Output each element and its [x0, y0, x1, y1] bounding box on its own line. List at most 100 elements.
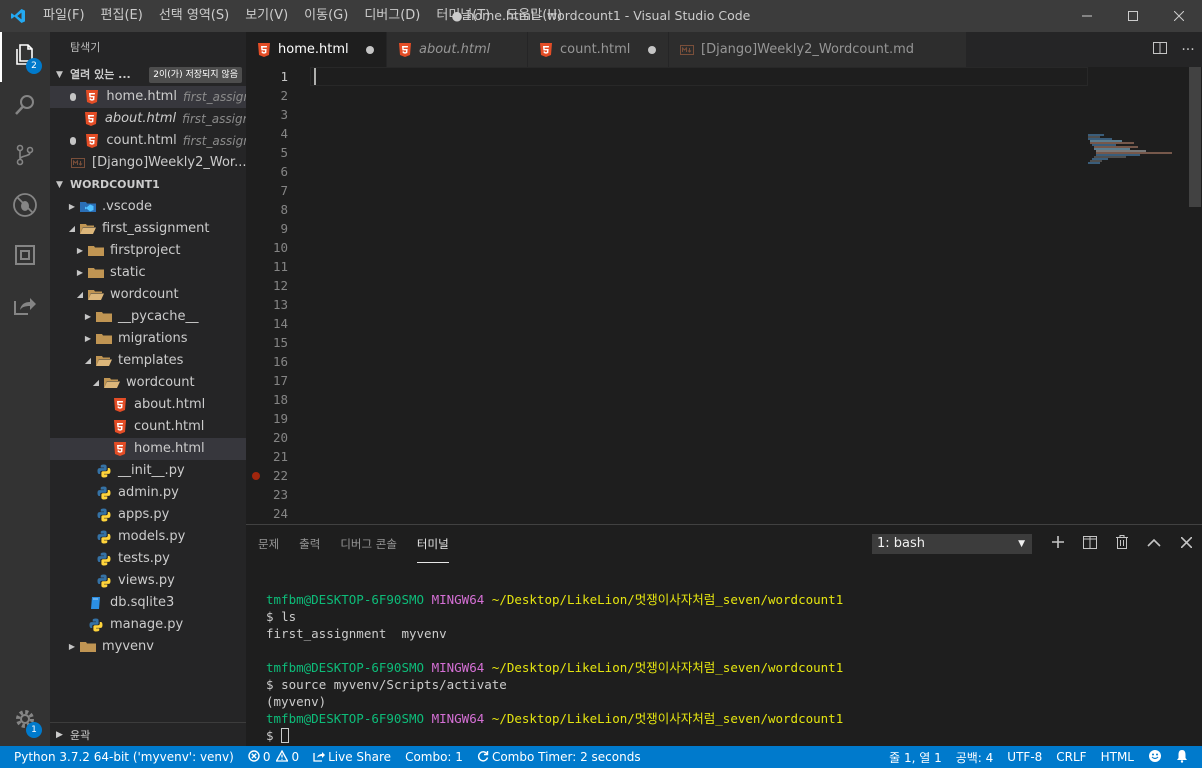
live-share-label: Live Share	[328, 750, 392, 764]
terminal-output[interactable]: tmfbm@DESKTOP-6F90SMO MINGW64 ~/Desktop/…	[266, 591, 843, 744]
cursor-position[interactable]: 줄 1, 열 1	[882, 746, 949, 768]
menu-view[interactable]: 보기(V)	[237, 0, 296, 32]
term-user: tmfbm@DESKTOP-6F90SMO	[266, 660, 425, 675]
terminal-select[interactable]: 1: bash ▼	[872, 534, 1032, 554]
editor-tab[interactable]: count.html	[528, 32, 669, 67]
tree-item[interactable]: ◢ wordcount	[50, 284, 246, 306]
feedback-button[interactable]	[1141, 746, 1169, 768]
open-editor-item[interactable]: home.html first_assign...	[50, 86, 246, 108]
tree-item[interactable]: db.sqlite3	[50, 592, 246, 614]
tree-item[interactable]: ◢ first_assignment	[50, 218, 246, 240]
close-window-button[interactable]	[1156, 0, 1202, 32]
tab-output[interactable]: 출력	[299, 525, 320, 563]
tree-item[interactable]: views.py	[50, 570, 246, 592]
open-editor-item[interactable]: [Django]Weekly2_Wor...	[50, 152, 246, 174]
workspace-header[interactable]: ▼ WORDCOUNT1	[50, 174, 246, 196]
tree-item[interactable]: home.html	[50, 438, 246, 460]
tree-item[interactable]: ◢ wordcount	[50, 372, 246, 394]
tree-item[interactable]: ▶ static	[50, 262, 246, 284]
tree-item-label: myvenv	[102, 639, 154, 654]
term-user: tmfbm@DESKTOP-6F90SMO	[266, 711, 425, 726]
split-editor-button[interactable]	[1146, 32, 1174, 67]
tree-item[interactable]: ▶ .vscode	[50, 196, 246, 218]
tab-terminal[interactable]: 터미널	[416, 525, 449, 563]
extensions-activity[interactable]	[0, 232, 50, 282]
end-of-line[interactable]: CRLF	[1049, 746, 1093, 768]
tree-item[interactable]: ▶ myvenv	[50, 636, 246, 658]
indentation[interactable]: 공백: 4	[949, 746, 1001, 768]
title-bar: 파일(F) 편집(E) 선택 영역(S) 보기(V) 이동(G) 디버그(D) …	[0, 0, 1202, 32]
tab-debug-console[interactable]: 디버그 콘솔	[340, 525, 397, 563]
tree-item[interactable]: apps.py	[50, 504, 246, 526]
notifications-button[interactable]	[1169, 746, 1202, 768]
line-number: 24	[272, 506, 288, 521]
split-terminal-button[interactable]	[1074, 525, 1106, 563]
tree-item[interactable]: manage.py	[50, 614, 246, 636]
new-terminal-button[interactable]	[1042, 525, 1074, 563]
tree-item[interactable]: ◢ templates	[50, 350, 246, 372]
menu-help[interactable]: 도움말(H)	[498, 0, 570, 32]
search-activity[interactable]	[0, 82, 50, 132]
minimize-button[interactable]	[1064, 0, 1110, 32]
scrollbar-thumb[interactable]	[1189, 67, 1201, 207]
tree-item[interactable]: models.py	[50, 526, 246, 548]
line-number: 21	[272, 449, 288, 464]
menu-terminal[interactable]: 터미널(T)	[428, 0, 498, 32]
outline-header[interactable]: ▶ 윤곽	[50, 722, 246, 746]
open-editors-header[interactable]: ▼ 열려 있는 ... 2이(가) 저장되지 않음	[50, 64, 246, 86]
tree-item[interactable]: about.html	[50, 394, 246, 416]
combo-status[interactable]: Combo: 1	[398, 746, 470, 768]
explorer-sidebar: 탐색기 ▼ 열려 있는 ... 2이(가) 저장되지 않음 home.html f…	[50, 32, 246, 746]
menu-file[interactable]: 파일(F)	[35, 0, 93, 32]
tree-item-label: first_assignment	[102, 221, 210, 236]
unsaved-dot-icon[interactable]	[648, 45, 656, 54]
unsaved-dot-icon[interactable]	[366, 45, 374, 54]
tree-item[interactable]: count.html	[50, 416, 246, 438]
combo-timer-status[interactable]: Combo Timer: 2 seconds	[470, 746, 648, 768]
more-actions-button[interactable]: ···	[1174, 32, 1202, 67]
close-panel-button[interactable]	[1170, 525, 1202, 563]
warning-icon	[275, 749, 290, 765]
tree-item[interactable]: ▶ firstproject	[50, 240, 246, 262]
source-control-activity[interactable]	[0, 132, 50, 182]
minimap[interactable]	[1086, 67, 1188, 524]
term-cmd-activate: source myvenv/Scripts/activate	[281, 677, 507, 692]
folder-icon	[96, 309, 112, 325]
manage-activity[interactable]: 1	[0, 696, 50, 746]
tree-item-label: home.html	[134, 441, 205, 456]
menu-selection[interactable]: 선택 영역(S)	[151, 0, 237, 32]
tree-item[interactable]: admin.py	[50, 482, 246, 504]
menu-edit[interactable]: 편집(E)	[93, 0, 151, 32]
editor-tab[interactable]: about.html	[387, 32, 528, 67]
term-prompt: $	[266, 728, 274, 743]
editor-tab[interactable]: [Django]Weekly2_Wordcount.md	[669, 32, 968, 67]
tree-item[interactable]: ▶ __pycache__	[50, 306, 246, 328]
menu-debug[interactable]: 디버그(D)	[356, 0, 428, 32]
line-number-gutter[interactable]: 1 2 3 4 5 6 7 8 9 10 11 12 13 14 15 16 17 18 19 20 21 22 23 24	[246, 67, 306, 523]
maximize-panel-button[interactable]	[1138, 525, 1170, 563]
tree-item[interactable]: ▶ migrations	[50, 328, 246, 350]
vertical-scrollbar[interactable]	[1188, 67, 1202, 524]
open-editor-item[interactable]: count.html first_assign...	[50, 130, 246, 152]
tree-item[interactable]: tests.py	[50, 548, 246, 570]
tab-label: home.html	[278, 42, 349, 57]
line-number: 20	[272, 430, 288, 445]
python-interpreter[interactable]: Python 3.7.2 64-bit ('myvenv': venv)	[0, 746, 241, 768]
problems-status[interactable]: 0 0	[241, 746, 306, 768]
chevron-right-icon: ▶	[84, 312, 92, 321]
kill-terminal-button[interactable]	[1106, 525, 1138, 563]
language-mode[interactable]: HTML	[1094, 746, 1141, 768]
tree-item[interactable]: __init__.py	[50, 460, 246, 482]
maximize-button[interactable]	[1110, 0, 1156, 32]
breakpoint-icon[interactable]	[252, 472, 260, 480]
live-share-activity[interactable]	[0, 282, 50, 332]
editor-tab[interactable]: home.html	[246, 32, 387, 67]
code-editor[interactable]: 1 2 3 4 5 6 7 8 9 10 11 12 13 14 15 16 17 18 19 20 21 22 23 24	[246, 67, 1202, 524]
explorer-activity[interactable]: 2	[0, 32, 50, 82]
encoding[interactable]: UTF-8	[1000, 746, 1049, 768]
debug-activity[interactable]	[0, 182, 50, 232]
tab-problems[interactable]: 문제	[258, 525, 279, 563]
open-editor-item[interactable]: about.html first_assign...	[50, 108, 246, 130]
menu-go[interactable]: 이동(G)	[296, 0, 356, 32]
live-share-status[interactable]: Live Share	[306, 746, 398, 768]
